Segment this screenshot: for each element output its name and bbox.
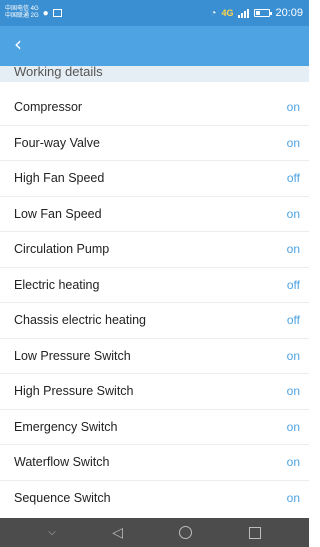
list-item: Waterflow Switch on [0, 445, 309, 481]
item-label: Emergency Switch [14, 419, 118, 434]
list-item: High Pressure Switch on [0, 374, 309, 410]
item-label: Low Fan Speed [14, 206, 102, 221]
item-status: on [286, 206, 300, 221]
list-item: Emergency Switch on [0, 410, 309, 445]
item-label: Compressor [14, 100, 83, 115]
status-bar: 中国电信 4G 中国联通 2G ● ◔ 4G 20:09 [0, 0, 309, 26]
item-status: off [286, 277, 300, 292]
item-status: on [286, 491, 300, 506]
item-label: Circulation Pump [14, 242, 110, 257]
item-label: Waterflow Switch [14, 455, 110, 470]
list-item: Electric heating off [0, 268, 309, 303]
item-label: Four-way Valve [14, 135, 100, 150]
section-title: Working details [14, 66, 103, 79]
item-status: on [286, 348, 300, 363]
list-item: Sequence Switch on [0, 481, 309, 517]
item-status: on [286, 419, 300, 434]
item-status: on [286, 455, 300, 470]
system-nav-bar: ⌵ ◁ [0, 518, 309, 547]
carrier-line-2: 中国联通 2G [5, 13, 39, 19]
list-item: High Fan Speed off [0, 161, 309, 197]
signal-icon [238, 8, 250, 18]
list-item: Compressor on [0, 90, 309, 126]
collapse-icon[interactable]: ⌵ [48, 527, 56, 538]
list-item: Chassis electric heating off [0, 303, 309, 339]
carrier-line-1: 中国电信 4G [5, 6, 39, 12]
list-item: Circulation Pump on [0, 232, 309, 268]
item-status: off [286, 171, 300, 186]
status-right: ◔ 4G 20:09 [210, 7, 303, 19]
network-label: 4G [221, 8, 234, 18]
item-status: on [286, 384, 300, 399]
section-header: Working details [0, 66, 309, 82]
app-header: ‹ [0, 26, 309, 66]
image-icon [52, 9, 62, 17]
list-item: Four-way Valve on [0, 126, 309, 161]
status-time: 20:09 [275, 7, 303, 19]
item-status: off [286, 313, 300, 328]
status-left: 中国电信 4G 中国联通 2G ● [5, 6, 62, 20]
home-circle-icon[interactable] [179, 526, 193, 539]
chevron-left-icon[interactable]: ‹ [14, 32, 22, 56]
battery-icon [254, 9, 273, 17]
back-triangle-icon[interactable]: ◁ [112, 526, 123, 540]
chat-icon: ● [42, 7, 49, 19]
working-details-list: Compressor on Four-way Valve on High Fan… [0, 90, 309, 516]
item-status: on [286, 242, 300, 257]
item-label: Sequence Switch [14, 491, 111, 506]
item-status: on [286, 100, 300, 115]
recents-square-icon[interactable] [248, 526, 261, 539]
item-label: Chassis electric heating [14, 313, 147, 328]
item-label: High Pressure Switch [14, 384, 134, 399]
alarm-icon: ◔ [210, 7, 217, 19]
item-status: on [286, 135, 300, 150]
item-label: Low Pressure Switch [14, 348, 131, 363]
list-item: Low Fan Speed on [0, 197, 309, 232]
carrier-info: 中国电信 4G 中国联通 2G [5, 6, 39, 20]
item-label: High Fan Speed [14, 171, 105, 186]
list-item: Low Pressure Switch on [0, 339, 309, 374]
item-label: Electric heating [14, 277, 100, 292]
